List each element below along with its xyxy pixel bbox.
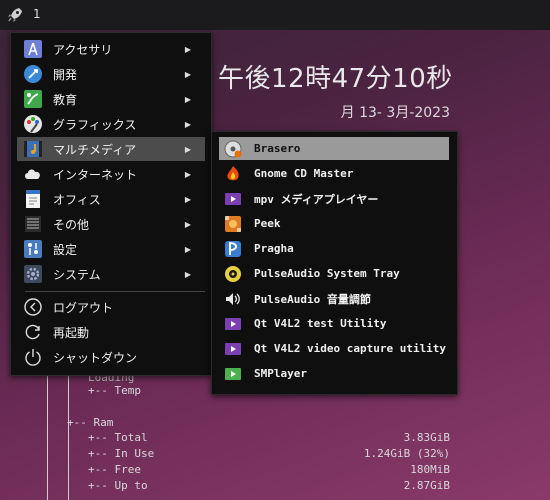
tree-line	[47, 372, 48, 500]
smplayer-icon	[224, 365, 242, 383]
reboot-icon	[23, 322, 43, 342]
desktop-clock-time: 午後12時47分10秒	[218, 64, 453, 94]
menu-item-label: インターネット	[53, 167, 138, 182]
submenu-item-label: mpv メディアプレイヤー	[254, 192, 379, 206]
menu-item-office[interactable]: オフィス ▶	[17, 187, 205, 211]
pulseaudio-tray-icon	[224, 265, 242, 283]
submenu-arrow-icon: ▶	[184, 169, 191, 179]
mpv-icon	[224, 190, 242, 208]
menu-item-label: その他	[53, 217, 90, 232]
menu-item-education[interactable]: 教育 ▶	[17, 87, 205, 111]
graphics-icon	[23, 114, 43, 134]
menu-item-accessories[interactable]: アクセサリ ▶	[17, 37, 205, 61]
menu-item-shutdown[interactable]: シャットダウン	[17, 345, 205, 369]
submenu-item-label: Peek	[254, 217, 281, 230]
submenu-item-qvidcap[interactable]: Qt V4L2 video capture utility	[219, 337, 449, 360]
menu-item-reboot[interactable]: 再起動	[17, 320, 205, 344]
submenu-item-brasero[interactable]: Brasero	[219, 137, 449, 160]
development-icon	[23, 64, 43, 84]
menu-item-label: シャットダウン	[53, 350, 138, 365]
settings-icon	[23, 239, 43, 259]
accessories-icon	[23, 39, 43, 59]
conky-row-label: +-- Total	[88, 431, 148, 444]
shutdown-icon	[23, 347, 43, 367]
conky-row-value: 2.87GiB	[403, 479, 450, 492]
submenu-arrow-icon: ▶	[184, 119, 191, 129]
submenu-item-label: Brasero	[254, 142, 301, 155]
submenu-item-volume-control[interactable]: PulseAudio 音量調節	[219, 287, 449, 310]
menu-item-other[interactable]: その他 ▶	[17, 212, 205, 236]
conky-row-label: +-- In Use	[88, 447, 155, 460]
menu-item-label: マルチメディア	[53, 142, 137, 157]
menu-item-multimedia[interactable]: マルチメディア ▶	[17, 137, 205, 161]
submenu-item-label: Qt V4L2 video capture utility	[254, 342, 447, 355]
conky-row-label: +-- Free	[88, 463, 141, 476]
submenu-item-peek[interactable]: Peek	[219, 212, 449, 235]
submenu-arrow-icon: ▶	[184, 219, 191, 229]
submenu-arrow-icon: ▶	[184, 94, 191, 104]
qv4l2-icon	[224, 315, 242, 333]
peek-icon	[224, 215, 242, 233]
submenu-item-qv4l2[interactable]: Qt V4L2 test Utility	[219, 312, 449, 335]
conky-row-value: 1.24GiB (32%)	[363, 447, 450, 460]
multimedia-icon	[23, 139, 43, 159]
internet-icon	[23, 164, 43, 184]
conky-row-value: 3.83GiB	[403, 431, 450, 444]
submenu-arrow-icon: ▶	[184, 144, 191, 154]
office-icon	[23, 189, 43, 209]
qvidcap-icon	[224, 340, 242, 358]
conky-temp: +-- Temp	[88, 384, 141, 397]
tree-line	[68, 372, 69, 500]
menu-item-label: システム	[53, 267, 101, 282]
menu-item-graphics[interactable]: グラフィックス ▶	[17, 112, 205, 136]
submenu-arrow-icon: ▶	[184, 194, 191, 204]
top-panel: 1	[0, 0, 550, 30]
menu-item-label: オフィス	[53, 192, 101, 207]
application-menu: アクセサリ ▶ 開発 ▶ 教育 ▶ グラフィックス ▶ マルチメディア ▶ イン…	[10, 32, 212, 376]
conky-ram: +-- Ram	[67, 416, 114, 429]
menu-item-development[interactable]: 開発 ▶	[17, 62, 205, 86]
submenu-item-label: PulseAudio System Tray	[254, 267, 400, 280]
logout-icon	[23, 297, 43, 317]
menu-item-label: 開発	[53, 67, 78, 82]
submenu-item-label: PulseAudio 音量調節	[254, 292, 371, 306]
submenu-item-pulseaudio-tray[interactable]: PulseAudio System Tray	[219, 262, 449, 285]
desktop-clock-date: 月 13- 3月-2023	[340, 105, 450, 121]
menu-item-settings[interactable]: 設定 ▶	[17, 237, 205, 261]
menu-item-label: ログアウト	[53, 300, 114, 315]
menu-item-system[interactable]: システム ▶	[17, 262, 205, 286]
submenu-arrow-icon: ▶	[184, 69, 191, 79]
menu-item-label: 再起動	[53, 325, 90, 340]
menu-separator	[25, 291, 205, 292]
submenu-item-gnome-cd-master[interactable]: Gnome CD Master	[219, 162, 449, 185]
conky-row-label: +-- Up to	[88, 479, 148, 492]
system-icon	[23, 264, 43, 284]
menu-item-label: グラフィックス	[53, 117, 137, 132]
submenu-item-label: Pragha	[254, 242, 294, 255]
volume-icon	[224, 290, 242, 308]
submenu-arrow-icon: ▶	[184, 269, 191, 279]
submenu-item-mpv[interactable]: mpv メディアプレイヤー	[219, 187, 449, 210]
workspace-indicator[interactable]: 1	[33, 7, 41, 21]
menu-item-label: 設定	[53, 242, 78, 257]
pragha-icon	[224, 240, 242, 258]
conky-row-value: 180MiB	[410, 463, 450, 476]
brasero-icon	[224, 140, 242, 158]
rocket-icon[interactable]	[6, 6, 24, 24]
submenu-arrow-icon: ▶	[184, 244, 191, 254]
submenu-item-label: Qt V4L2 test Utility	[254, 317, 387, 330]
submenu-arrow-icon: ▶	[184, 44, 191, 54]
multimedia-submenu: Brasero Gnome CD Master mpv メディアプレイヤー Pe…	[211, 131, 458, 395]
submenu-item-label: Gnome CD Master	[254, 167, 354, 180]
menu-item-label: 教育	[53, 92, 78, 107]
education-icon	[23, 89, 43, 109]
gnome-cd-master-icon	[224, 165, 242, 183]
submenu-item-pragha[interactable]: Pragha	[219, 237, 449, 260]
menu-item-logout[interactable]: ログアウト	[17, 295, 205, 319]
menu-item-label: アクセサリ	[53, 42, 113, 57]
other-icon	[23, 214, 43, 234]
menu-item-internet[interactable]: インターネット ▶	[17, 162, 205, 186]
submenu-item-smplayer[interactable]: SMPlayer	[219, 362, 449, 385]
submenu-item-label: SMPlayer	[254, 367, 307, 380]
